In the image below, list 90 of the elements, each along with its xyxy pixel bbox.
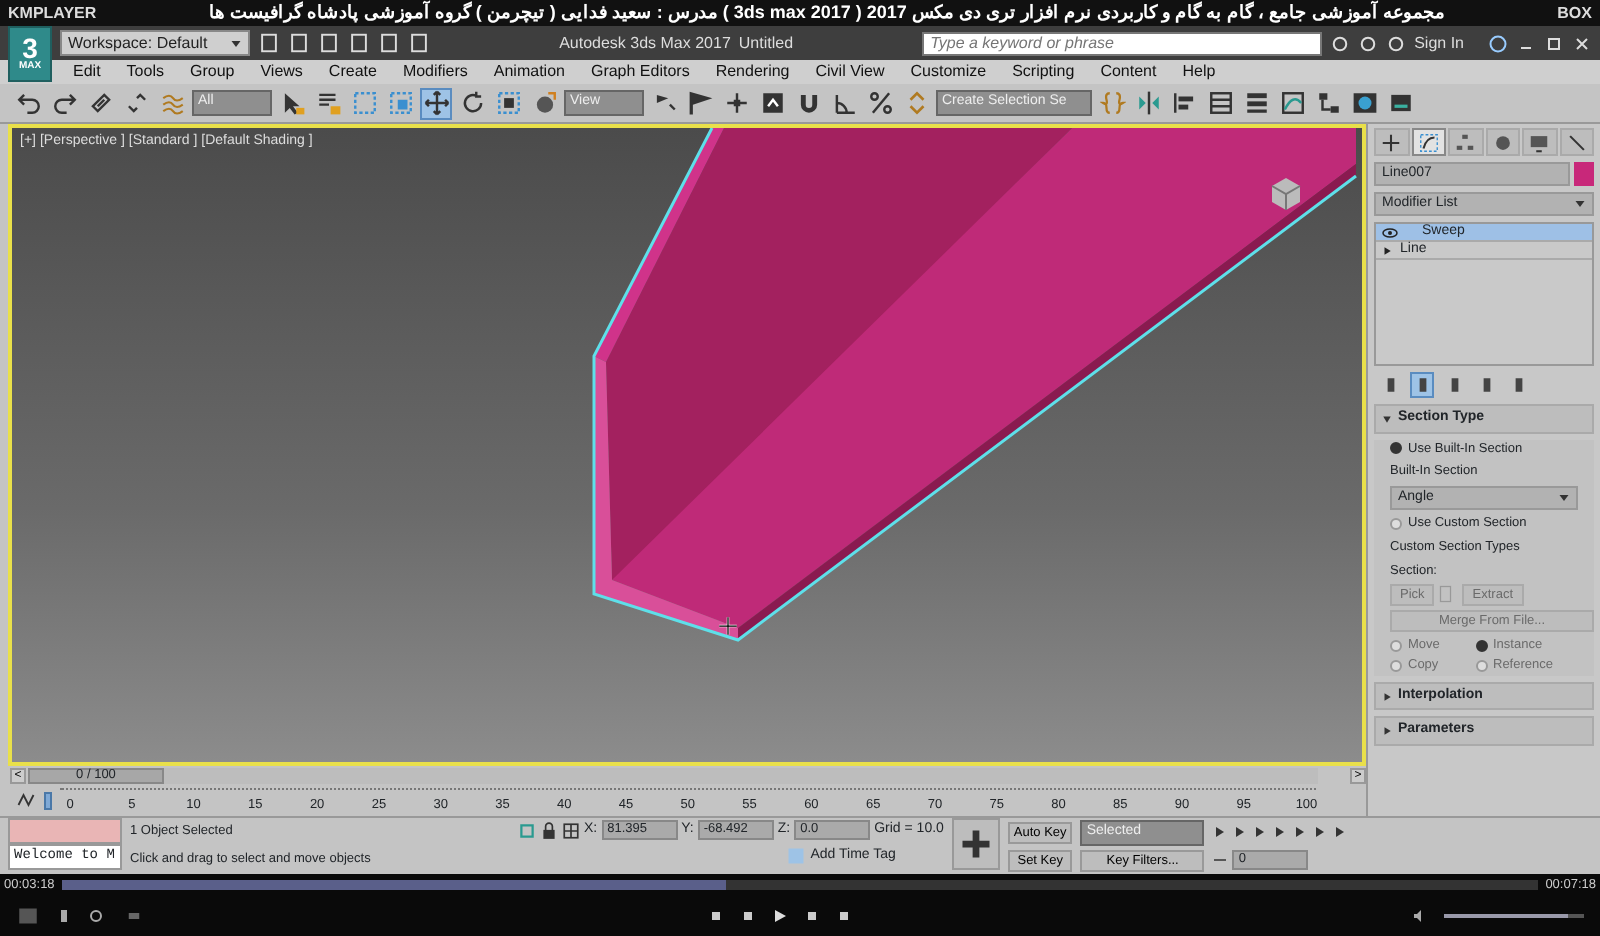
play-icon[interactable] (772, 908, 788, 924)
maximize-icon[interactable] (1544, 35, 1564, 51)
material-sphere-tool[interactable] (1348, 87, 1380, 119)
menu-item[interactable]: Create (315, 60, 390, 84)
box-label[interactable]: BOX (1557, 1, 1592, 25)
curve-icon (1417, 131, 1440, 153)
material-sphere-icon (1351, 90, 1377, 116)
list-cursor-icon (315, 90, 341, 116)
expand-triangle-icon (1382, 245, 1392, 255)
workspace-dropdown[interactable]: Workspace: Default (60, 30, 250, 56)
workspace-label: Workspace: Default (68, 31, 208, 55)
help-icon[interactable] (1488, 33, 1508, 53)
wave-icon (159, 90, 185, 116)
panel-tab[interactable] (1559, 128, 1594, 156)
eye-icon (1382, 227, 1398, 237)
sign-in-link[interactable]: Sign In (1414, 31, 1464, 55)
menu-item[interactable]: Group (176, 60, 248, 84)
render-setup-icon (1387, 90, 1413, 116)
object-color-swatch[interactable] (1574, 162, 1594, 186)
caret-icon (230, 37, 242, 49)
braces-icon (1099, 90, 1125, 116)
pivot-flag-tool[interactable] (684, 87, 716, 119)
panel-tab[interactable] (1448, 128, 1483, 156)
menu-item[interactable]: Graph Editors (577, 60, 703, 84)
cursor-icon (279, 90, 305, 116)
script-listener-field[interactable] (8, 818, 122, 844)
close-icon[interactable] (1572, 35, 1592, 51)
curve-toggle-icon[interactable] (16, 790, 36, 810)
panel-tab[interactable] (1522, 128, 1557, 156)
player-brand: KMPLAYER (8, 1, 97, 25)
move-cursor-icon (718, 616, 738, 636)
magnet-icon (795, 90, 821, 116)
circle-icon (1491, 131, 1514, 153)
key-plus-icon (957, 826, 994, 862)
panel-tab[interactable] (1374, 128, 1409, 156)
table-icon (1207, 90, 1233, 116)
video-title: مجموعه آموزشی جامع ، گام به گام و کاربردی نرم افزار تری دی مکس 2017 ( 3ds max 2017 ) مدرس : سعید فدایی ( تیچرمن ) گروه آموزشی پادشاه گرافیست ها (206, 0, 1447, 26)
plus-icon (1380, 131, 1403, 153)
menu-item[interactable]: Rendering (702, 60, 803, 84)
menu-item[interactable]: Scripting (999, 60, 1088, 84)
scale-square-icon (495, 90, 521, 116)
caret-icon (1574, 198, 1586, 210)
play-icon[interactable] (1252, 823, 1269, 839)
angle-snap-icon (831, 90, 857, 116)
chain-link-icon (87, 90, 113, 116)
expand-triangle-icon (1382, 691, 1392, 701)
lock-icon[interactable] (540, 821, 558, 840)
menu-item[interactable]: Modifiers (389, 60, 481, 84)
bar-button[interactable] (1410, 372, 1434, 398)
move-arrows-icon (423, 90, 449, 116)
logo-numeral: 3 (22, 34, 38, 62)
hierarchy-icon (1454, 131, 1477, 153)
menu-item[interactable]: Civil View (802, 60, 898, 84)
stacked-bars-icon (1243, 90, 1269, 116)
menu-item[interactable]: Edit (60, 60, 114, 84)
app-title: Autodesk 3ds Max 2017 (559, 31, 731, 55)
menu-item[interactable]: Animation (480, 60, 578, 84)
wrench-icon (1565, 131, 1588, 153)
set-key-big-button[interactable] (951, 818, 1000, 870)
menu-item[interactable]: Tools (113, 60, 177, 84)
search-field[interactable]: Type a keyword or phrase (922, 31, 1323, 55)
menu-item[interactable]: Views (247, 60, 316, 84)
scale-square-tool[interactable] (492, 87, 524, 119)
move-arrows-tool[interactable] (420, 87, 452, 119)
broken-chain-icon (123, 90, 149, 116)
dashed-square-icon (387, 90, 413, 116)
panel-tab[interactable] (1485, 128, 1520, 156)
menu-item[interactable]: Customize (897, 60, 1000, 84)
percent-icon (867, 90, 893, 116)
schematic-icon (1315, 90, 1341, 116)
monitor-icon (1528, 131, 1551, 153)
panel-tab[interactable] (1411, 128, 1446, 156)
menu-item[interactable]: Content (1087, 60, 1170, 84)
curve-editor-icon (1279, 90, 1305, 116)
grid-square-icon[interactable] (562, 821, 580, 840)
menu-item[interactable]: Help (1169, 60, 1229, 84)
mirror-icon (1135, 90, 1161, 116)
document-title: Untitled (738, 31, 794, 55)
collapse-triangle-icon (1382, 413, 1392, 424)
dashed-rectangle-icon (351, 90, 377, 116)
table-tool[interactable] (1204, 87, 1236, 119)
pivot-flag-icon (687, 90, 713, 116)
curve-editor-tool[interactable] (1276, 87, 1308, 119)
align-icon (1171, 90, 1197, 116)
expand-triangle-icon (1382, 726, 1392, 736)
caret-icon (1558, 492, 1570, 504)
rotate-icon (459, 90, 485, 116)
key-marker (44, 791, 52, 809)
crosshair-icon (723, 90, 749, 116)
percent-tool[interactable] (864, 87, 896, 119)
